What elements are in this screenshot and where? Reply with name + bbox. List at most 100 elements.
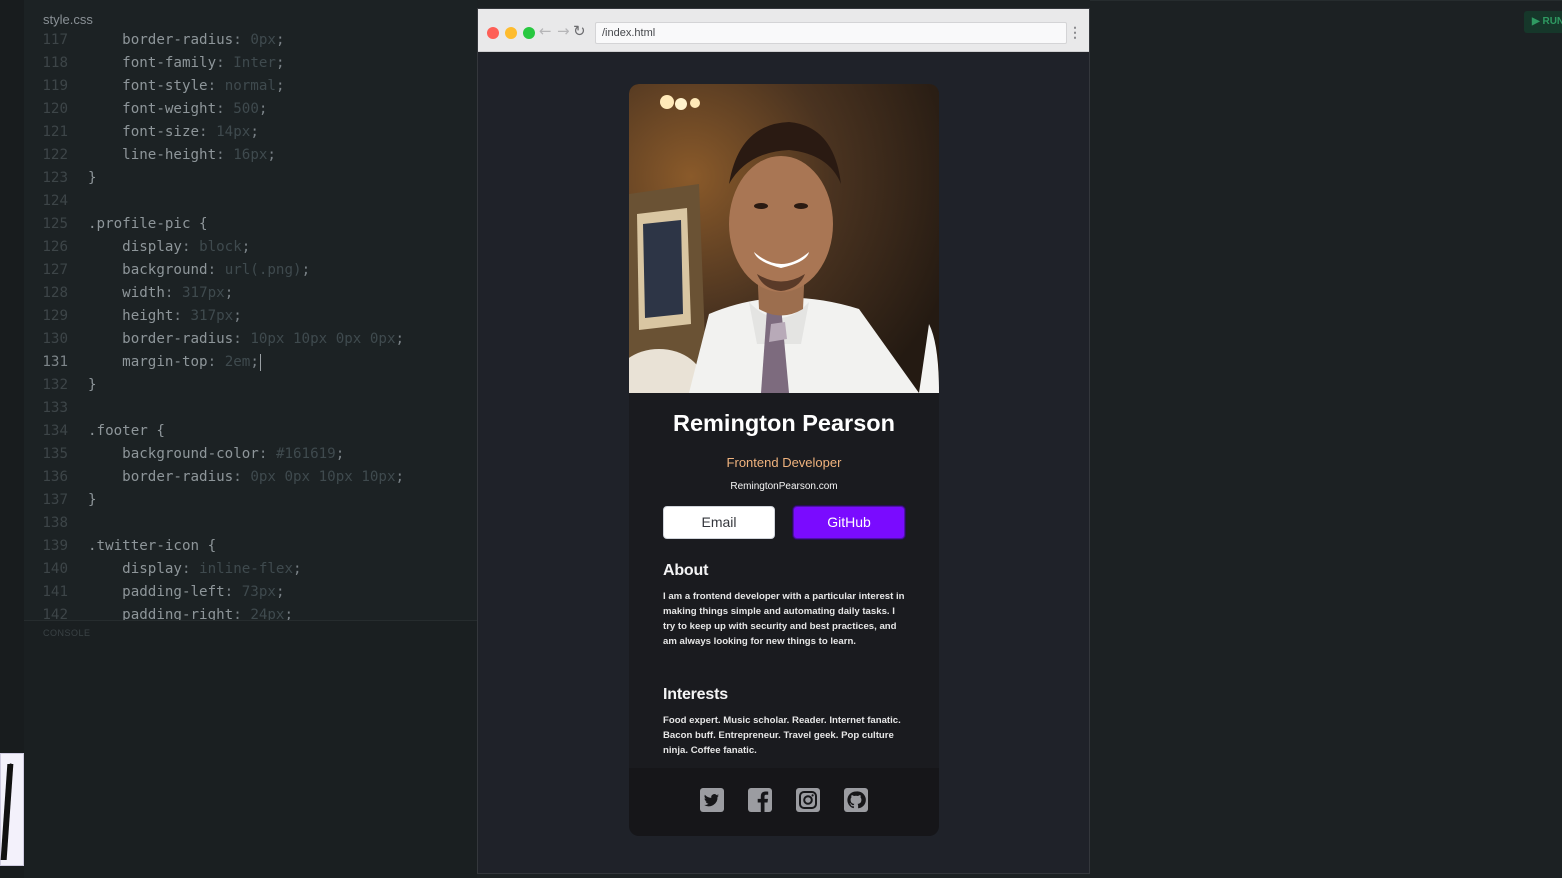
- code-line[interactable]: 133: [24, 397, 477, 420]
- code-line[interactable]: 136 border-radius: 0px 0px 10px 10px;: [24, 466, 477, 489]
- code-text: }: [88, 170, 97, 186]
- email-button[interactable]: Email: [663, 506, 775, 539]
- code-line[interactable]: 131 margin-top: 2em;: [24, 351, 477, 374]
- thumbnail-figure: [0, 764, 14, 860]
- line-number: 132: [42, 377, 68, 393]
- github-button[interactable]: GitHub: [793, 506, 905, 539]
- css-value: Inter: [233, 55, 276, 71]
- line-number: 130: [42, 331, 68, 347]
- address-bar[interactable]: /index.html: [595, 22, 1067, 44]
- css-property: font-weight: [122, 101, 217, 117]
- instagram-icon[interactable]: [795, 787, 821, 813]
- about-heading: About: [663, 562, 709, 579]
- code-line[interactable]: 119 font-style: normal;: [24, 75, 477, 98]
- line-number: 134: [42, 423, 68, 439]
- back-arrow-icon[interactable]: ←: [539, 22, 552, 40]
- code-line[interactable]: 132}: [24, 374, 477, 397]
- code-text: display: block;: [122, 239, 251, 255]
- text-cursor: [259, 353, 261, 371]
- code-line[interactable]: 120 font-weight: 500;: [24, 98, 477, 121]
- minimize-window-dot[interactable]: [505, 27, 517, 39]
- line-number: 127: [42, 262, 68, 278]
- code-text: padding-left: 73px;: [122, 584, 285, 600]
- twitter-icon[interactable]: [699, 787, 725, 813]
- code-line[interactable]: 134 .footer {: [24, 420, 477, 443]
- code-line[interactable]: 140 display: inline-flex;: [24, 558, 477, 581]
- line-number: 136: [42, 469, 68, 485]
- line-number: 138: [42, 515, 68, 531]
- profile-name: Remington Pearson: [673, 410, 895, 436]
- code-line[interactable]: 122 line-height: 16px;: [24, 144, 477, 167]
- css-value: inline-flex: [199, 561, 294, 577]
- css-property: background-color: [122, 446, 259, 462]
- code-line[interactable]: 127 background: url(.png);: [24, 259, 477, 282]
- facebook-icon[interactable]: [747, 787, 773, 813]
- code-line[interactable]: 141 padding-left: 73px;: [24, 581, 477, 604]
- css-property: font-style: [122, 78, 208, 94]
- code-line[interactable]: 121 font-size: 14px;: [24, 121, 477, 144]
- css-property: border-radius: [122, 331, 234, 347]
- preview-thumbnail[interactable]: •: [0, 753, 24, 866]
- code-line[interactable]: 129 height: 317px;: [24, 305, 477, 328]
- code-line[interactable]: 123}: [24, 167, 477, 190]
- maximize-window-dot[interactable]: [523, 27, 535, 39]
- code-text: }: [88, 492, 97, 508]
- css-value: 16px: [233, 147, 268, 163]
- code-line[interactable]: 139 .twitter-icon {: [24, 535, 477, 558]
- code-text: background-color: #161619;: [122, 446, 345, 462]
- code-line[interactable]: 118 font-family: Inter;: [24, 52, 477, 75]
- github-icon[interactable]: [843, 787, 869, 813]
- line-number: 131: [42, 354, 68, 370]
- line-number: 117: [42, 32, 68, 48]
- css-property: border-radius: [122, 469, 234, 485]
- line-number: 137: [42, 492, 68, 508]
- interests-heading: Interests: [663, 686, 728, 703]
- code-line[interactable]: 117 border-radius: 0px;: [24, 29, 477, 52]
- code-line[interactable]: 130 border-radius: 10px 10px 0px 0px;: [24, 328, 477, 351]
- code-text: height: 317px;: [122, 308, 242, 324]
- code-area[interactable]: 117 border-radius: 0px; 118 font-family: …: [24, 29, 477, 620]
- code-line[interactable]: 142 padding-right: 24px;: [24, 604, 477, 620]
- console-label: CONSOLE: [43, 628, 91, 638]
- code-line[interactable]: 124: [24, 190, 477, 213]
- code-text: padding-right: 24px;: [88, 604, 293, 620]
- css-value: url(.png): [224, 262, 302, 278]
- close-window-dot[interactable]: [487, 27, 499, 39]
- code-text: border-radius: 10px 10px 0px 0px;: [122, 331, 405, 347]
- reload-icon[interactable]: ↻: [573, 22, 586, 40]
- code-text: line-height: 16px;: [122, 147, 276, 163]
- line-number: 128: [42, 285, 68, 301]
- css-value: 73px: [241, 584, 276, 600]
- css-property: height: [122, 308, 174, 324]
- line-number: 125: [42, 216, 68, 232]
- about-text: I am a frontend developer with a particu…: [663, 591, 905, 647]
- line-number: 118: [42, 55, 68, 71]
- code-line[interactable]: 138: [24, 512, 477, 535]
- forward-arrow-icon[interactable]: →: [557, 22, 570, 40]
- code-line[interactable]: 126 display: block;: [24, 236, 477, 259]
- css-value: 0px: [250, 32, 276, 48]
- css-value: 317px: [190, 308, 234, 324]
- line-number: 129: [42, 308, 68, 324]
- css-value: 14px: [216, 124, 251, 140]
- editor-file-tab[interactable]: style.css: [43, 12, 93, 27]
- code-line[interactable]: 125 .profile-pic {: [24, 213, 477, 236]
- profile-website[interactable]: RemingtonPearson.com: [629, 481, 939, 492]
- code-line[interactable]: 137}: [24, 489, 477, 512]
- css-property: padding-left: [122, 584, 225, 600]
- css-value: 500: [233, 101, 259, 117]
- code-text: .footer {: [88, 423, 165, 439]
- css-value: 0px 0px 10px 10px: [250, 469, 396, 485]
- code-line[interactable]: 135 background-color: #161619;: [24, 443, 477, 466]
- code-line[interactable]: 128 width: 317px;: [24, 282, 477, 305]
- kebab-menu-icon[interactable]: ⋮: [1068, 22, 1082, 42]
- css-property: display: [122, 561, 182, 577]
- line-number: 123: [42, 170, 68, 186]
- run-button[interactable]: ▶ RUN: [1524, 11, 1562, 33]
- console-panel[interactable]: CONSOLE: [24, 620, 477, 878]
- profile-card: Remington Pearson Frontend Developer Rem…: [629, 84, 939, 836]
- profile-photo: [629, 84, 939, 393]
- line-number: 121: [42, 124, 68, 140]
- code-editor[interactable]: style.css 117 border-radius: 0px; 118 fon…: [24, 0, 477, 620]
- code-text: font-style: normal;: [122, 78, 285, 94]
